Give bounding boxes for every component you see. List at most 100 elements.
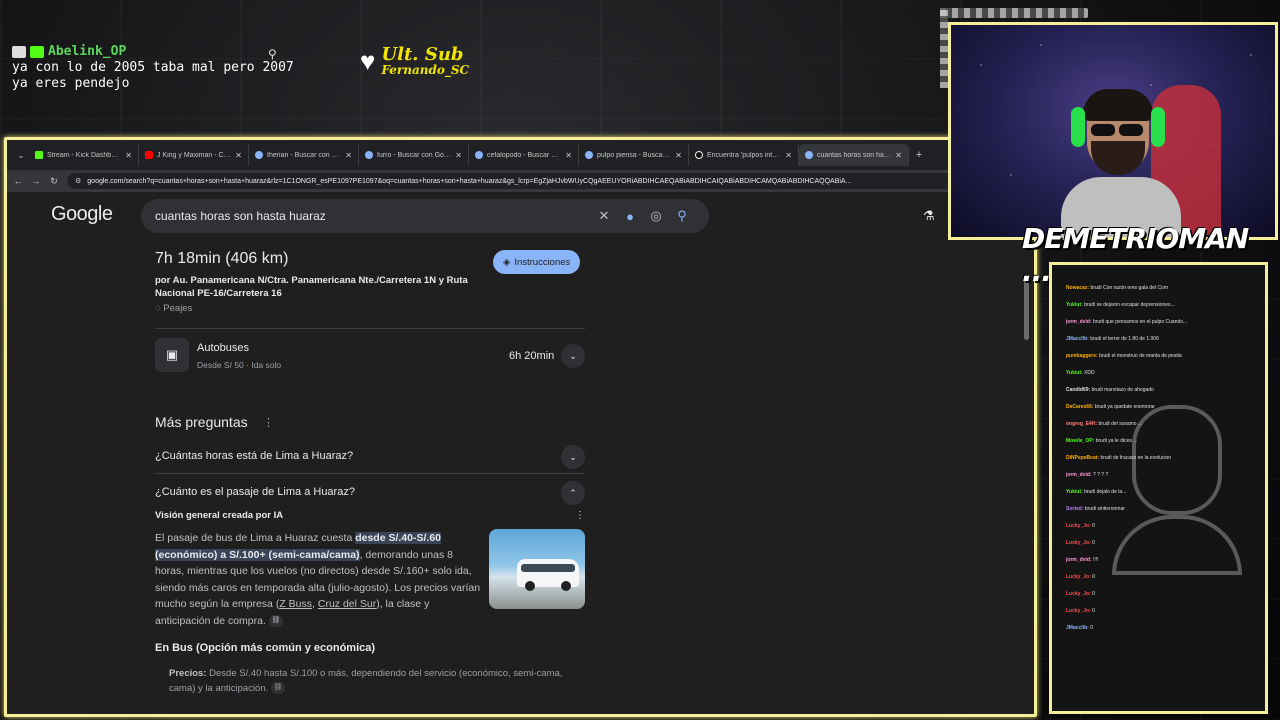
chat-username[interactable]: Nowacaz: [1066,285,1090,291]
bus-title: Autobuses [197,342,249,354]
route-via: por Au. Panamericana N/Ctra. Panamerican… [155,275,468,299]
link-z-buss[interactable]: Z Buss [279,598,312,610]
tab-search-icon[interactable]: ⌄ [13,151,29,160]
chat-text: brudi el monstruo de manta de pesita [1099,353,1182,359]
chat-username[interactable]: Lucky_Jo: [1066,523,1092,529]
chat-username[interactable]: jorm_dvid: [1066,319,1093,325]
tab-therian[interactable]: therian - Buscar con Goo ✕ [249,144,359,166]
bus-image[interactable] [489,529,585,609]
chat-username[interactable]: Yukiut: [1066,370,1084,376]
tab-cefalopodo[interactable]: cefalopodo - Buscar con ✕ [469,144,579,166]
google-results-page: Google cuantas horas son hasta huaraz ✕ … [7,192,1034,714]
tab-youtube[interactable]: J King y Maximan - Cuan ✕ [139,144,249,166]
faq-item-1[interactable]: ¿Cuántas horas está de Lima a Huaraz? ⌄ [155,440,585,474]
overlay-line-1: ya con lo de 2005 taba mal pero 2007 [12,60,294,75]
chat-username[interactable]: DeCares66: [1066,404,1095,410]
chat-username[interactable]: ongreg_E4H: [1066,421,1099,427]
chevron-down-icon[interactable]: ⌄ [561,445,585,469]
tab-furro[interactable]: furro - Buscar con Goog ✕ [359,144,469,166]
clear-icon[interactable]: ✕ [591,208,617,224]
labs-flask-icon[interactable]: ⚗ [923,208,935,224]
link-cruz-del-sur[interactable]: Cruz del Sur [318,598,376,610]
site-info-icon[interactable]: ⚙ [75,177,81,185]
heart-icon: ♥ [360,45,376,76]
address-bar: ← → ↻ ⚙ google.com/search?q=cuantas+hora… [7,170,1034,192]
chat-text: 0 [1092,591,1095,597]
microphone-icon[interactable]: ● [617,209,643,224]
google-logo[interactable]: Google [51,203,113,226]
back-icon[interactable]: ← [13,176,23,186]
youtube-icon [145,151,153,159]
divider [155,328,585,329]
ai-overview-label: Visión general creada por IA [155,510,284,521]
bus-subtitle: Desde S/ 50 · Ida solo [197,360,282,370]
chat-username[interactable]: Sorted: [1066,506,1085,512]
chat-username[interactable]: DiNPepeBeat: [1066,455,1100,461]
close-icon[interactable]: ✕ [345,151,352,160]
webcam-feed [948,22,1278,240]
reload-icon[interactable]: ↻ [49,176,59,187]
ai-more-icon[interactable]: ⋮ [575,510,585,521]
chat-message: Lucky_Jo: 0 [1066,591,1262,598]
close-icon[interactable]: ✕ [675,151,682,160]
search-icon[interactable]: ⚲ [669,208,695,224]
faq-item-2[interactable]: ¿Cuánto es el pasaje de Lima a Huaraz? ⌃ [155,476,585,510]
more-questions-title: Más preguntas [155,414,248,430]
url-field[interactable]: ⚙ google.com/search?q=cuantas+horas+son+… [67,173,967,189]
chat-username[interactable]: Lucky_Jo: [1066,608,1092,614]
chevron-up-icon[interactable]: ⌃ [561,481,585,505]
tab-kick-dashboard[interactable]: Stream - Kick Dashboard ✕ [29,144,139,166]
chat-username[interactable]: Lucky_Jo: [1066,540,1092,546]
search-input[interactable]: cuantas horas son hasta huaraz ✕ ● ◎ ⚲ [141,199,709,233]
close-icon[interactable]: ✕ [895,151,902,160]
pin-icon: ⚲ [268,47,277,61]
close-icon[interactable]: ✕ [785,151,792,160]
tiktok-icon [695,151,703,159]
headset-icon [1071,107,1085,147]
chat-username[interactable]: jorm_dvid: [1066,472,1093,478]
bus-section-title: En Bus (Opción más común y económica) [155,642,376,654]
chat-username[interactable]: JMacclIb: [1066,625,1090,631]
streamer [1061,85,1181,237]
chat-username[interactable]: Lucky_Jo: [1066,591,1092,597]
directions-icon: ◈ [503,256,511,268]
chat-username[interactable]: Yukiut: [1066,302,1084,308]
chat-text: brudi sintieronmar [1084,506,1125,512]
chat-message: JMacclIb: brudi el terror de 1.80 de 1.9… [1066,336,1262,343]
chat-text: brudi el terror de 1.80 de 1.906 [1090,336,1159,342]
chevron-down-icon[interactable]: ⌄ [561,344,585,368]
chat-username[interactable]: Lucky_Jo: [1066,574,1092,580]
new-tab-icon[interactable]: + [909,149,929,161]
link-icon[interactable]: ⛓ [270,682,285,695]
chat-text: brudi del sosamo ... [1098,421,1143,427]
chat-message: DeCares66: brudi ya quedate enemorar [1066,404,1262,411]
chat-username[interactable]: Candid69: [1066,387,1092,393]
bus-option-row[interactable]: ▣ Autobuses Desde S/ 50 · Ida solo 6h 20… [155,338,585,378]
lens-icon[interactable]: ◎ [643,208,669,224]
chat-message: Mowile_OP: brudi ya le dices ... [1066,438,1262,445]
chat-text: 0 [1090,625,1093,631]
close-icon[interactable]: ✕ [235,151,242,160]
chat-username[interactable]: Mowile_OP: [1066,438,1096,444]
chat-username[interactable]: JMacclIb: [1066,336,1090,342]
overlay-username: Abelink_OP [12,44,312,60]
chat-username[interactable]: pumbaggers: [1066,353,1099,359]
chat-message: Lucky_Jo: 0 [1066,523,1262,530]
chat-text: brudi manotazo de ahogado [1091,387,1154,393]
vertical-scrollbar[interactable] [1024,250,1030,708]
close-icon[interactable]: ✕ [125,151,132,160]
tab-tiktok[interactable]: Encuentra 'pulpos intelig ✕ [689,144,799,166]
chat-username[interactable]: jorm_dvid: [1066,557,1093,563]
more-options-icon[interactable]: ⋮ [263,416,274,429]
chat-text: brudi de fracaso en la evolucion [1100,455,1172,461]
close-icon[interactable]: ✕ [565,151,572,160]
instructions-button[interactable]: ◈ Instrucciones [493,250,581,274]
chat-username[interactable]: Yukiut: [1066,489,1084,495]
forward-icon[interactable]: → [31,176,41,186]
tab-pulpo-piensa[interactable]: pulpo piensa - Buscar co ✕ [579,144,689,166]
chat-text: 0 [1092,608,1095,614]
chat-message: Yukiut: brudi se dejaron escapar deprens… [1066,302,1262,309]
link-icon[interactable]: ⛓ [268,614,283,627]
close-icon[interactable]: ✕ [455,151,462,160]
tab-cuantas-horas[interactable]: cuantas horas son hasta ✕ [799,144,909,166]
